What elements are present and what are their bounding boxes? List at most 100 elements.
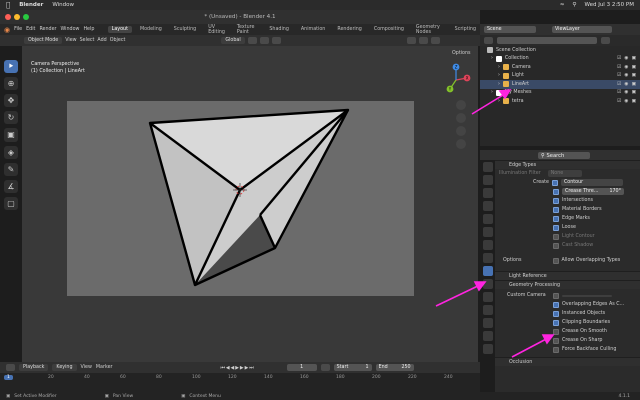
outliner-row[interactable]: › LineArt ☑ ◉ ▣ [480, 80, 640, 89]
expand-arrow-icon[interactable]: › [491, 90, 493, 95]
select-box-icon[interactable]: ⯈ [4, 60, 18, 74]
camera-view-icon[interactable] [456, 126, 466, 136]
rotate-icon[interactable]: ↻ [4, 111, 18, 125]
checkbox[interactable] [553, 233, 559, 240]
checkbox[interactable] [553, 242, 559, 249]
eye-icon[interactable]: ◉ [624, 90, 628, 95]
navigation-gizmo[interactable]: X Y Z [436, 60, 476, 200]
transform-icon[interactable]: ◈ [4, 145, 18, 159]
eye-icon[interactable]: ◉ [624, 65, 628, 70]
illumination-filter-field[interactable]: None [547, 170, 582, 177]
edge-types-header[interactable]: Edge Types [503, 163, 536, 168]
pan-hand-icon[interactable] [456, 113, 466, 123]
props-tab-output-icon[interactable] [483, 188, 493, 198]
eye-icon[interactable]: ◉ [624, 82, 628, 87]
checkbox[interactable] [553, 197, 559, 204]
checkbox-icon[interactable]: ☑ [617, 99, 621, 104]
props-tab-particles-icon[interactable] [483, 279, 493, 289]
allow-overlap-label[interactable]: Allow Overlapping Types [562, 258, 621, 263]
checkbox[interactable] [553, 319, 559, 326]
zoom-icon[interactable] [456, 100, 466, 110]
add-cube-icon[interactable]: ▢ [4, 196, 18, 210]
occlusion-header[interactable]: Occlusion [503, 360, 532, 365]
outliner-row[interactable]: › Camera ☑ ◉ ▣ [480, 63, 640, 72]
eye-icon[interactable]: ◉ [624, 56, 628, 61]
edge-type-item[interactable]: Light Contour [562, 234, 595, 239]
menu-marker[interactable]: Marker [96, 365, 113, 370]
outliner-row-label[interactable]: Camera [512, 65, 531, 70]
outliner-row-label[interactable]: Scene Collection [496, 48, 536, 53]
checkbox-icon[interactable]: ☑ [617, 73, 621, 78]
camera-render-icon[interactable]: ▣ [631, 90, 636, 95]
edge-type-item[interactable]: Material Borders [562, 207, 602, 212]
scale-icon[interactable]: ▣ [4, 128, 18, 142]
properties-search-field[interactable]: ⚲ Search [538, 151, 590, 159]
geometry-processing-item[interactable]: Crease On Smooth [562, 329, 607, 334]
expand-arrow-icon[interactable]: › [498, 99, 500, 104]
props-tab-data-icon[interactable] [483, 318, 493, 328]
cursor-icon[interactable]: ⊕ [4, 77, 18, 91]
checkbox[interactable] [553, 337, 559, 344]
outliner-row-label[interactable]: Light [512, 73, 524, 78]
camera-render-icon[interactable]: ▣ [631, 56, 636, 61]
geometry-processing-header[interactable]: Geometry Processing [503, 283, 560, 288]
menu-playback[interactable]: Playback [19, 364, 49, 371]
checkbox[interactable] [553, 301, 559, 308]
geometry-processing-item[interactable]: Crease On Sharp [562, 338, 602, 343]
outliner-row[interactable]: › tetra ☑ ◉ ▣ [480, 97, 640, 106]
checkbox[interactable] [553, 346, 559, 353]
custom-camera-checkbox[interactable] [552, 292, 559, 299]
light-reference-header[interactable]: Light Reference [503, 274, 547, 279]
edge-type-item[interactable]: Cast Shadow [562, 243, 593, 248]
perspective-grid-icon[interactable] [456, 139, 466, 149]
contour-field[interactable]: Contour [560, 179, 623, 186]
contour-checkbox[interactable] [551, 179, 558, 186]
geometry-processing-item[interactable]: Force Backface Culling [562, 347, 616, 352]
outliner-row[interactable]: › Collection ☑ ◉ ▣ [480, 55, 640, 64]
props-tab-modifier-icon[interactable] [483, 266, 493, 276]
expand-arrow-icon[interactable]: › [491, 56, 493, 61]
outliner-row[interactable]: Scene Collection [480, 46, 640, 55]
playhead-frame[interactable]: 1 [4, 375, 13, 380]
geometry-processing-item[interactable]: Clipping Boundaries [562, 320, 610, 325]
props-tab-material-icon[interactable] [483, 331, 493, 341]
props-tab-scene-icon[interactable] [483, 214, 493, 224]
geometry-processing-item[interactable]: Overlapping Edges As C... [562, 302, 624, 307]
edge-type-item[interactable]: Loose [562, 225, 576, 230]
menu-keying[interactable]: Keying [52, 364, 77, 371]
camera-render-icon[interactable]: ▣ [631, 99, 636, 104]
props-tab-object-icon[interactable] [483, 253, 493, 263]
expand-arrow-icon[interactable]: › [498, 82, 500, 87]
outliner-row-label[interactable]: LineArt [512, 82, 529, 87]
end-frame-field[interactable]: End 250 [375, 364, 414, 371]
outliner-row[interactable]: › My Meshes ☑ ◉ ▣ [480, 89, 640, 98]
checkbox[interactable] [553, 215, 559, 222]
measure-icon[interactable]: ∡ [4, 179, 18, 193]
playback-controls[interactable]: ⏮◀◀▶▶▶⏭ [221, 365, 255, 371]
eye-icon[interactable]: ◉ [624, 73, 628, 78]
props-tab-view-layer-icon[interactable] [483, 201, 493, 211]
props-tab-constraints-icon[interactable] [483, 305, 493, 315]
checkbox-icon[interactable]: ☑ [617, 82, 621, 87]
current-frame-field[interactable]: 1 [286, 364, 317, 371]
edge-type-item[interactable]: Edge Marks [562, 216, 590, 221]
props-tab-collection-icon[interactable] [483, 240, 493, 250]
expand-arrow-icon[interactable]: › [498, 65, 500, 70]
checkbox[interactable] [553, 224, 559, 231]
custom-camera-field[interactable] [561, 294, 612, 297]
expand-arrow-icon[interactable]: › [498, 73, 500, 78]
checkbox[interactable] [553, 328, 559, 335]
annotate-icon[interactable]: ✎ [4, 162, 18, 176]
props-tab-render-icon[interactable] [483, 175, 493, 185]
move-icon[interactable]: ✥ [4, 94, 18, 108]
camera-render-icon[interactable]: ▣ [631, 73, 636, 78]
props-tab-tool-icon[interactable] [483, 162, 493, 172]
outliner-row-label[interactable]: Collection [505, 56, 529, 61]
menu-timeline-view[interactable]: View [81, 365, 92, 370]
props-tab-physics-icon[interactable] [483, 292, 493, 302]
allow-overlap-checkbox[interactable] [552, 257, 559, 264]
record-icon[interactable] [320, 364, 330, 371]
timeline-editor-icon[interactable] [6, 364, 15, 371]
geometry-processing-item[interactable]: Instanced Objects [562, 311, 605, 316]
camera-render-icon[interactable]: ▣ [631, 82, 636, 87]
